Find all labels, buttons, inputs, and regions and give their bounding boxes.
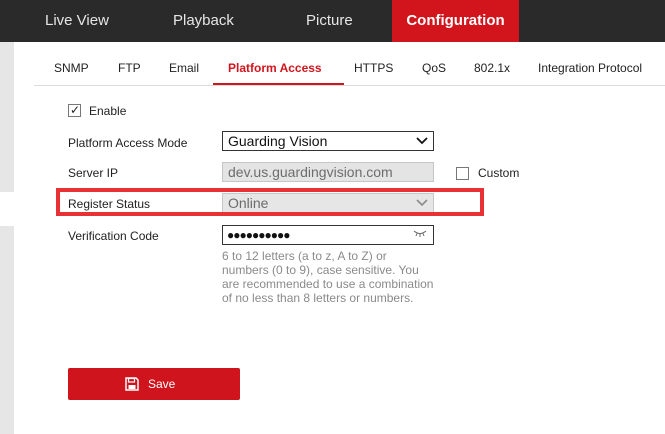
- server-ip-label: Server IP: [68, 166, 119, 180]
- tab-8021x[interactable]: 802.1x: [474, 61, 510, 75]
- active-tab-indicator: [213, 83, 344, 85]
- verification-code-value: ●●●●●●●●●●: [227, 228, 290, 242]
- nav-configuration[interactable]: Configuration: [392, 0, 519, 42]
- save-button[interactable]: Save: [68, 368, 240, 400]
- server-ip-input[interactable]: dev.us.guardingvision.com: [222, 162, 434, 182]
- eye-closed-icon[interactable]: [413, 228, 427, 238]
- left-rail: [0, 42, 14, 192]
- platform-access-mode-select[interactable]: Guarding Vision: [222, 131, 434, 151]
- tab-platform-access[interactable]: Platform Access: [228, 61, 322, 75]
- custom-checkbox[interactable]: [456, 167, 469, 180]
- floppy-disk-icon: [125, 377, 139, 391]
- tab-email[interactable]: Email: [169, 61, 199, 75]
- left-rail: [0, 226, 14, 434]
- custom-label: Custom: [478, 166, 520, 180]
- nav-playback[interactable]: Playback: [173, 0, 234, 42]
- chevron-down-icon: [416, 137, 428, 145]
- tab-integration-protocol[interactable]: Integration Protocol: [538, 61, 642, 75]
- tab-qos[interactable]: QoS: [422, 61, 446, 75]
- tab-https[interactable]: HTTPS: [354, 61, 393, 75]
- register-status-highlight: [56, 188, 484, 216]
- nav-live-view[interactable]: Live View: [45, 0, 109, 42]
- top-navigation: Live View Playback Picture Configuration: [0, 0, 665, 42]
- verification-code-input[interactable]: ●●●●●●●●●●: [222, 225, 434, 245]
- nav-picture[interactable]: Picture: [306, 0, 353, 42]
- save-button-label: Save: [148, 377, 176, 391]
- platform-access-mode-value: Guarding Vision: [228, 133, 328, 149]
- tab-ftp[interactable]: FTP: [118, 61, 141, 75]
- verification-code-hint: 6 to 12 letters (a to z, A to Z) or numb…: [222, 249, 434, 305]
- check-icon: ✓: [69, 103, 81, 117]
- tab-snmp[interactable]: SNMP: [54, 61, 89, 75]
- platform-access-mode-label: Platform Access Mode: [68, 136, 188, 150]
- tab-divider: [34, 85, 665, 86]
- enable-checkbox[interactable]: ✓: [68, 103, 81, 117]
- verification-code-label: Verification Code: [68, 229, 159, 243]
- enable-label: Enable: [89, 104, 127, 118]
